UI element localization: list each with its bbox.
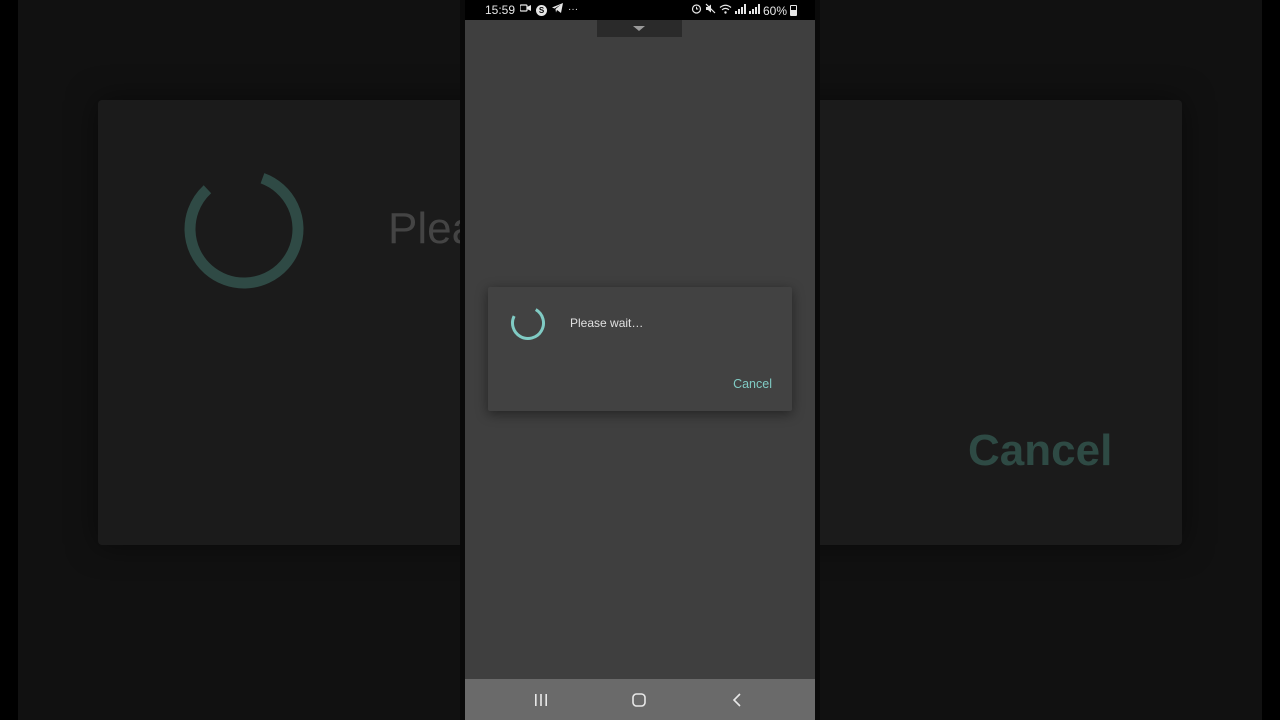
progress-dialog: Please wait… Cancel — [488, 287, 792, 411]
back-icon — [732, 693, 741, 707]
wifi-icon — [719, 4, 732, 18]
status-bar: 15:59 S ··· 60% — [465, 0, 815, 20]
loading-spinner-icon — [511, 306, 545, 340]
battery-percent: 60% — [762, 3, 787, 18]
phone-screen: 15:59 S ··· 60% Please wait… Cancel — [465, 0, 815, 720]
signal-icon — [748, 3, 760, 18]
home-button[interactable] — [627, 689, 651, 711]
back-button[interactable] — [725, 689, 749, 711]
letterbox-left — [0, 0, 18, 720]
pull-down-handle[interactable] — [597, 20, 682, 37]
recent-apps-button[interactable] — [529, 689, 553, 711]
dialog-message: Please wait… — [570, 316, 644, 330]
skype-icon: S — [536, 4, 548, 16]
phone-edge-right — [815, 0, 820, 720]
background-cancel-label: Cancel — [968, 426, 1113, 475]
more-icon: ··· — [568, 4, 579, 15]
chevron-down-icon — [633, 26, 645, 31]
battery-icon — [790, 5, 797, 16]
mute-icon — [705, 3, 716, 18]
recent-apps-icon — [535, 694, 547, 706]
cancel-button[interactable]: Cancel — [727, 375, 778, 393]
signal-icon — [734, 3, 746, 18]
status-time: 15:59 — [485, 3, 516, 17]
video-icon — [519, 4, 532, 16]
letterbox-right — [1262, 0, 1280, 720]
navigation-bar — [465, 679, 815, 720]
alarm-icon — [691, 3, 702, 18]
status-left: 15:59 S ··· — [485, 3, 578, 17]
background-spinner-icon — [184, 169, 304, 289]
status-right: 60% — [691, 3, 797, 18]
home-icon — [632, 693, 646, 707]
telegram-icon — [552, 3, 564, 17]
